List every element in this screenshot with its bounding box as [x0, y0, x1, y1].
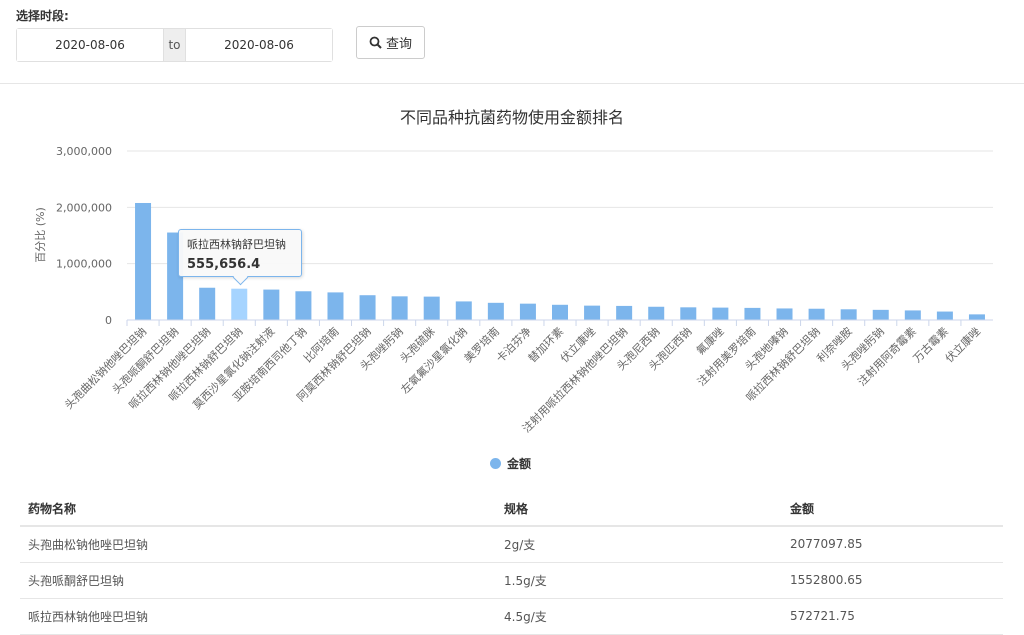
y-tick-label: 0 [105, 314, 112, 327]
period-label: 选择时段: [16, 9, 69, 23]
bar[interactable] [359, 295, 376, 320]
y-tick-label: 2,000,000 [56, 201, 112, 214]
cell-spec: 1.5g/支 [496, 562, 782, 599]
bar[interactable] [808, 308, 825, 320]
bar-tooltip: 哌拉西林钠舒巴坦钠 555,656.4 [178, 229, 302, 277]
header-drug-name: 药物名称 [20, 492, 496, 527]
cell-amount: 1552800.65 [782, 562, 1003, 599]
bar[interactable] [616, 305, 633, 320]
bar[interactable] [519, 303, 536, 320]
bar[interactable] [680, 307, 697, 320]
bar[interactable] [872, 309, 889, 320]
cell-spec: 4.5g/支 [496, 598, 782, 635]
cell-drug-name: 头孢曲松钠他唑巴坦钠 [20, 526, 496, 563]
y-axis-label: 百分比 (%) [34, 207, 47, 263]
query-button[interactable]: 查询 [356, 26, 425, 59]
x-tick-label: 伏立康唑 [942, 324, 983, 365]
table-row[interactable]: 头孢哌酮舒巴坦钠 1.5g/支 1552800.65 [20, 562, 1003, 599]
bar[interactable] [135, 202, 152, 320]
cell-amount: 2077097.85 [782, 526, 1003, 563]
filter-panel: 选择时段: to 查询 [0, 0, 1024, 84]
bar[interactable] [391, 296, 408, 320]
bar[interactable] [231, 288, 248, 320]
table-row[interactable]: 头孢曲松钠他唑巴坦钠 2g/支 2077097.85 [20, 526, 1003, 563]
bar[interactable] [648, 306, 665, 320]
bar[interactable] [904, 310, 921, 320]
chart-area: 不同品种抗菌药物使用金额排名 百分比 (%) 0 1,000,000 2,000,0… [0, 85, 1024, 485]
table-header-row: 药物名称 规格 金额 [20, 492, 1003, 527]
query-label: 查询 [385, 37, 412, 52]
tooltip-value: 555,656.4 [187, 257, 261, 272]
bar-chart: 不同品种抗菌药物使用金额排名 百分比 (%) 0 1,000,000 2,000,0… [34, 108, 993, 435]
x-axis-labels: 头孢曲松钠他唑巴坦钠头孢哌酮舒巴坦钠哌拉西林钠他唑巴坦钠哌拉西林钠舒巴坦钠莫西沙… [61, 319, 993, 435]
bar[interactable] [199, 287, 216, 320]
to-label: to [163, 29, 186, 61]
tooltip-label: 哌拉西林钠舒巴坦钠 [187, 238, 286, 251]
cell-amount: 572721.75 [782, 598, 1003, 635]
start-date-input[interactable] [17, 29, 163, 61]
table-row[interactable]: 哌拉西林钠他唑巴坦钠 4.5g/支 572721.75 [20, 598, 1003, 635]
chart-title: 不同品种抗菌药物使用金额排名 [400, 108, 624, 127]
bar[interactable] [744, 307, 761, 320]
cell-drug-name: 头孢哌酮舒巴坦钠 [20, 562, 496, 599]
bar[interactable] [840, 309, 857, 320]
chart-legend[interactable]: 金额 [490, 455, 531, 472]
bar[interactable] [263, 289, 280, 320]
bar[interactable] [327, 292, 344, 320]
header-spec: 规格 [496, 492, 782, 527]
legend-marker [490, 458, 501, 469]
bar[interactable] [776, 308, 793, 320]
bar[interactable] [584, 305, 601, 320]
legend-label: 金额 [507, 457, 532, 471]
bar[interactable] [455, 301, 472, 320]
search-icon [369, 36, 382, 49]
bar[interactable] [552, 304, 568, 320]
bar[interactable] [487, 302, 504, 320]
y-axis-ticks: 0 1,000,000 2,000,000 3,000,000 [56, 145, 112, 327]
end-date-input[interactable] [186, 29, 332, 61]
drug-table: 药物名称 规格 金额 头孢曲松钠他唑巴坦钠 2g/支 2077097.85 头孢… [20, 492, 1003, 635]
cell-drug-name: 哌拉西林钠他唑巴坦钠 [20, 598, 496, 635]
cell-spec: 2g/支 [496, 526, 782, 563]
y-tick-label: 1,000,000 [56, 258, 112, 271]
bar[interactable] [295, 291, 312, 320]
header-amount: 金额 [782, 492, 1003, 527]
bar[interactable] [936, 311, 953, 320]
bar[interactable] [423, 296, 440, 320]
bar[interactable] [712, 307, 729, 320]
date-range: to [16, 28, 333, 62]
y-tick-label: 3,000,000 [56, 145, 112, 158]
bar[interactable] [968, 314, 985, 320]
